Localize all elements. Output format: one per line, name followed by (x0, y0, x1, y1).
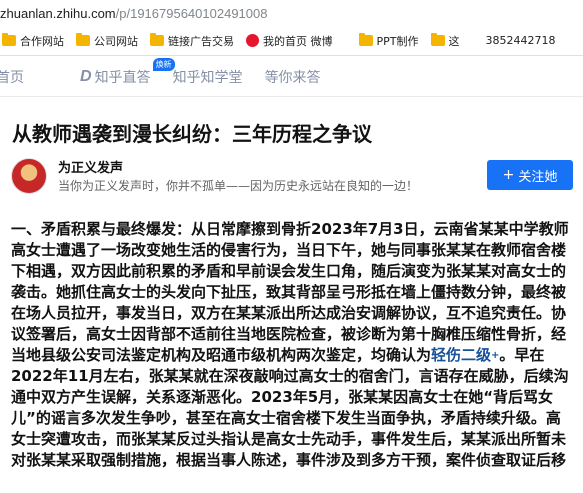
bookmark-weibo[interactable]: 我的首页 微博 (246, 33, 333, 49)
article-line: 下相遇，双方因此前积累的矛盾和早前误会发生口角，随后演变为张某某对高女士的 (11, 262, 567, 280)
bookmarks-bar: 合作网站 公司网站 链接广告交易 我的首页 微博 PPT制作 这 3852442… (0, 26, 583, 56)
article-line: 议签署后，高女士因背部不适前往当地医院检查，被诊断为第十胸椎压缩性骨折，经 (11, 325, 567, 343)
author-bio: 当你为正义发声时，你并不孤单——因为历史永远站在良知的一边！ (58, 179, 419, 193)
article-line: 女士突遭攻击，而张某某反过头指认是高女士先动手，事件发生后，某某派出所暂未 (11, 430, 567, 448)
url-host: zhuanlan.zhihu.com (0, 5, 116, 21)
article-title: 从教师遇袭到漫长纠纷：三年历程之争议 (12, 122, 372, 146)
article-line: 高女士遭遇了一场改变她生活的侵害行为，当日下午，她与同事张某某在教师宿舍楼 (11, 241, 567, 259)
zhidao-logo-icon: D (80, 67, 92, 85)
bookmark-label: 公司网站 (94, 34, 138, 48)
url-text[interactable]: zhuanlan.zhihu.com/p/1916795640102491008 (0, 6, 267, 21)
zhihu-nav: 首页 D 知乎直答 焕新 知乎知学堂 等你来答 (0, 57, 583, 97)
new-badge: 焕新 (152, 57, 175, 71)
plus-icon: + (502, 167, 515, 183)
article-line-text: 当地县级公安司法鉴定机构及昭通市级机构两次鉴定，均确认为 (11, 346, 432, 364)
article-line: 2022年11月左右，张某某就在深夜敲响过高女士的宿舍门，言语存在威胁，后续沟 (11, 367, 569, 385)
weibo-icon (246, 34, 259, 47)
bookmark-label: 我的首页 微博 (263, 34, 333, 48)
bookmark-zhe[interactable]: 这 (430, 33, 460, 49)
article-line-with-link: 当地县级公安司法鉴定机构及昭通市级机构两次鉴定，均确认为轻伤二级+。早在 (11, 345, 574, 366)
article-line: 通中双方产生误解，关系逐渐恶化。2023年5月，张某某因高女士在她“背后骂女 (11, 388, 554, 406)
avatar[interactable] (11, 158, 47, 194)
folder-icon (358, 33, 373, 46)
nav-xuetang[interactable]: 知乎知学堂 (173, 67, 243, 87)
bookmark-label: 合作网站 (20, 34, 64, 48)
article-line: 儿”的谣言多次发生争吵，甚至在高女士宿舍楼下发生当面争执，矛盾持续升级。高 (11, 409, 561, 427)
folder-icon (76, 33, 90, 46)
nav-waiting[interactable]: 等你来答 (265, 67, 321, 87)
article-line: 一、矛盾积累与最终爆发：从日常摩擦到骨折2023年7月3日，云南省某某中学教师 (11, 220, 569, 238)
folder-icon (430, 33, 445, 46)
folder-icon (2, 33, 16, 46)
folder-icon (150, 33, 164, 46)
author-name[interactable]: 为正义发声 (58, 157, 123, 176)
article-line-tail: 。早在 (499, 346, 545, 364)
article-line: 对张某某采取强制措施，根据当事人陈述，事件涉及到多方干预，案件侦查取证后移 (11, 451, 567, 469)
article-line: 袭击。她抓住高女士的头发向下扯压，致其背部呈弓形抵在墙上僵持数分钟，最终被 (11, 283, 567, 301)
bookmark-label: PPT制作 (376, 34, 419, 48)
bookmark-label: 这 (448, 34, 460, 48)
bookmark-label: 链接广告交易 (168, 34, 234, 48)
follow-label: 关注她 (518, 169, 558, 185)
bookmark-hezuo[interactable]: 合作网站 (2, 33, 64, 49)
article-body: 一、矛盾积累与最终爆发：从日常摩擦到骨折2023年7月3日，云南省某某中学教师 … (11, 219, 574, 471)
bookmark-ppt[interactable]: PPT制作 (358, 33, 419, 49)
nav-zhidao-label: 知乎直答 (94, 69, 151, 86)
nav-home[interactable]: 首页 (0, 67, 24, 87)
bookmark-lianjie[interactable]: 链接广告交易 (150, 33, 234, 49)
bookmark-gongsi[interactable]: 公司网站 (76, 33, 138, 49)
address-bar[interactable]: zhuanlan.zhihu.com/p/1916795640102491008 (0, 0, 583, 26)
follow-button[interactable]: + 关注她 (487, 160, 573, 190)
article-line: 在场人员拉开，事发当日，双方在某某派出所达成治安调解协议，互不追究责任。协 (11, 304, 567, 322)
nav-zhidao[interactable]: D 知乎直答 焕新 (80, 57, 175, 87)
bookmark-number[interactable]: 3852442718 (486, 34, 556, 47)
injury-link[interactable]: 轻伤二级 (431, 346, 491, 364)
url-path: /p/1916795640102491008 (115, 5, 268, 21)
